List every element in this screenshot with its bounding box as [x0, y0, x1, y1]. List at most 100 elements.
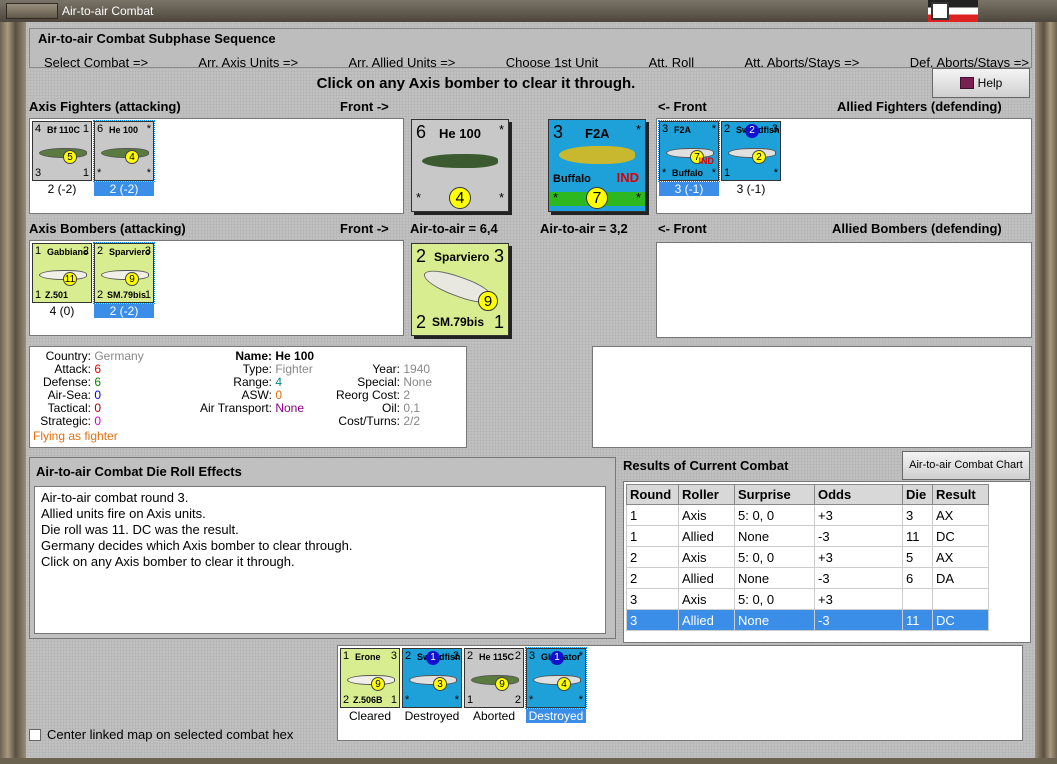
left-frame	[0, 22, 26, 764]
removed-unit-counter-defense: 9	[495, 677, 509, 691]
big-axis-bomber-defense: 9	[478, 291, 498, 311]
unit-info-panel: Country: Germany Attack: 6 Defense: 6 Ai…	[29, 346, 467, 448]
axis-fighter-counter-tr: *	[146, 123, 151, 135]
results-table-container: Round Roller Surprise Odds Die Result 1 Axis 5:…	[623, 481, 1031, 643]
big-axis-fighter-defense: 4	[449, 187, 471, 209]
help-button[interactable]: Help	[932, 68, 1030, 98]
results-cell: -3	[814, 525, 903, 547]
axis-bomber-counter[interactable]: 1 2 1 Gabbiano 11 Z.501	[32, 243, 92, 303]
big-axis-bomber-sub: SM.79bis	[432, 315, 485, 329]
removed-unit-counter-tl: 1	[343, 650, 350, 662]
results-column-header[interactable]: Die	[902, 484, 933, 505]
help-book-icon	[959, 77, 974, 89]
bottom-frame	[0, 758, 1057, 764]
die-roll-line: Air-to-air combat round 3.	[41, 490, 189, 505]
axis-fighter-counter[interactable]: 6 * * * He 100 4	[93, 120, 155, 182]
axis-fighter-counter-defense: 5	[63, 150, 77, 164]
info-country: Germany	[94, 349, 144, 363]
big-axis-bomber-bl: 2	[416, 312, 427, 332]
allied-fighter-counter[interactable]: 231*Swordfish22	[721, 121, 781, 181]
results-cell: -3	[814, 567, 903, 589]
results-column-header[interactable]: Roller	[678, 484, 735, 505]
removed-unit-counter[interactable]: 1 3 2 1 Erone 9 Z.506B	[340, 648, 400, 708]
die-roll-effects-panel: Air-to-air Combat Die Roll Effects Air-t…	[29, 457, 616, 639]
axis-bomber-counter-name: Gabbiano	[47, 247, 89, 257]
removed-unit-counter-name: He 115C	[479, 652, 515, 662]
axis-fighters-box: 4 1 3 1 Bf 110C 5 2 (-2) 6 * * * He 100 4 2 (-2)	[29, 118, 404, 214]
results-row[interactable]: 3 Allied None -3 11 DC	[626, 609, 989, 631]
allied-fighter-counter-bl: 1	[724, 167, 731, 179]
results-row[interactable]: 2 Allied None -3 6 DA	[626, 567, 989, 589]
info-strategic-key: Strategic:	[40, 414, 91, 428]
center-map-label: Center linked map on selected combat hex	[47, 727, 294, 742]
results-cell: Allied	[678, 525, 735, 547]
results-cell: None	[734, 609, 815, 631]
removed-unit-caption: Cleared	[348, 709, 392, 723]
allied-fighter-counter[interactable]: 3 * * * F2A 7 Buffalo IND	[658, 120, 720, 182]
info-type: Fighter	[275, 362, 313, 376]
axis-bomber-counter[interactable]: 2 3 2 1 Sparviero 9 SM.79bis	[93, 242, 155, 304]
results-row[interactable]: 2 Axis 5: 0, 0 +3 5 AX	[626, 546, 989, 568]
results-column-header[interactable]: Result	[932, 484, 989, 505]
air-to-air-chart-button[interactable]: Air-to-air Combat Chart	[902, 451, 1030, 480]
system-menu-button[interactable]	[6, 3, 58, 19]
big-axis-fighter-counter[interactable]: 6 He 100 * * * 4	[411, 119, 509, 212]
results-cell: 5: 0, 0	[734, 546, 815, 568]
results-cell: +3	[814, 588, 903, 610]
checkbox-box[interactable]	[29, 729, 41, 741]
info-reorg-key: Reorg Cost:	[335, 388, 400, 402]
big-allied-fighter-tag: IND	[616, 170, 639, 185]
results-column-header[interactable]: Odds	[814, 484, 903, 505]
front-left-label-1: <- Front	[658, 99, 707, 114]
info-range: 4	[275, 375, 283, 389]
subphase-heading: Air-to-air Combat Subphase Sequence	[38, 31, 276, 46]
results-cell: -3	[814, 609, 903, 631]
results-column-header[interactable]: Round	[626, 484, 679, 505]
center-map-checkbox[interactable]: Center linked map on selected combat hex	[29, 727, 293, 742]
axis-fighter-counter-name: Bf 110C	[47, 125, 81, 135]
removed-unit-counter-badge: 1	[550, 651, 564, 665]
info-oil-key: Oil:	[382, 401, 400, 415]
axis-bomber-counter-tl: 1	[35, 245, 42, 257]
removed-unit-counter[interactable]: 2 2 1 2 He 115C 9	[464, 648, 524, 708]
big-axis-fighter-name: He 100	[439, 126, 481, 141]
results-cell: +3	[814, 504, 903, 526]
big-axis-bomber-counter[interactable]: 2 Sparviero 3 9 2 SM.79bis 1	[411, 243, 509, 336]
axis-bomber-counter-name: Sparviero	[109, 247, 151, 257]
info-attack-key: Attack:	[54, 362, 91, 376]
results-row[interactable]: 1 Axis 5: 0, 0 +3 3 AX	[626, 504, 989, 526]
allied-air-to-air-label: Air-to-air = 3,2	[540, 221, 628, 236]
info-range-key: Range:	[233, 375, 272, 389]
axis-bomber-counter-bl: 2	[97, 289, 104, 301]
removed-unit-counter[interactable]: 22**Swordfish31	[402, 648, 462, 708]
results-row[interactable]: 1 Allied None -3 11 DC	[626, 525, 989, 547]
axis-fighter-counter-bl: 3	[35, 167, 42, 179]
axis-fighter-counter-bl: *	[97, 167, 102, 179]
axis-bomber-counter-sub: SM.79bis	[107, 290, 147, 300]
instruction-prompt: Click on any Axis bomber to clear it thr…	[316, 75, 636, 92]
axis-fighter-counter[interactable]: 4 1 3 1 Bf 110C 5	[32, 121, 92, 181]
removed-unit-counter-bl: 1	[467, 694, 474, 706]
results-row[interactable]: 3 Axis 5: 0, 0 +3	[626, 588, 989, 610]
info-airsea: 0	[94, 388, 102, 402]
results-cell: None	[734, 567, 815, 589]
results-cell	[902, 588, 933, 610]
results-cell: Axis	[678, 588, 735, 610]
removed-unit-counter[interactable]: 3***Gladiator41	[525, 647, 587, 709]
air-to-air-combat-window: Air-to-air Combat Air-to-air Combat Subp…	[0, 0, 1057, 764]
title-bar: Air-to-air Combat	[0, 0, 1057, 22]
info-tactical: 0	[94, 401, 102, 415]
big-allied-fighter-attack: 3	[553, 122, 564, 142]
removed-unit-counter-bl: 2	[343, 694, 350, 706]
big-axis-bomber-attack: 2	[416, 246, 427, 266]
results-column-header[interactable]: Surprise	[734, 484, 815, 505]
die-roll-line: Click on any Axis bomber to clear it thr…	[41, 554, 295, 569]
results-cell: 5	[902, 546, 933, 568]
results-cell: Axis	[678, 504, 735, 526]
results-cell: AX	[932, 504, 989, 526]
removed-unit-counter-tl: 2	[467, 650, 474, 662]
results-table: Round Roller Surprise Odds Die Result 1 Axis 5:…	[626, 484, 989, 631]
axis-fighter-caption: 2 (-2)	[94, 182, 154, 196]
die-roll-heading: Air-to-air Combat Die Roll Effects	[36, 464, 242, 479]
big-allied-fighter-counter[interactable]: 3 F2A * Buffalo IND * * 7	[548, 119, 646, 212]
